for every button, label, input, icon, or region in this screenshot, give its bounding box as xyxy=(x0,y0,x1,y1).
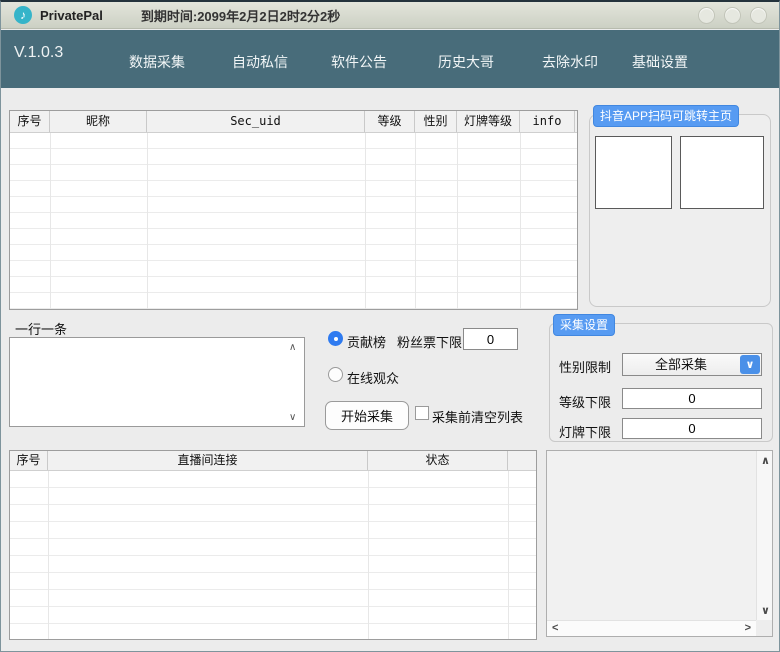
log-listbox[interactable]: ∧ ∨ < > xyxy=(546,450,773,637)
expiry-text: 到期时间:2099年2月2日2时2分2秒 xyxy=(140,8,341,24)
scrollbar-corner xyxy=(756,620,772,636)
contribution-radio[interactable] xyxy=(328,331,343,346)
scroll-left-icon[interactable]: < xyxy=(552,622,558,634)
col-gender[interactable]: 性别 xyxy=(415,111,457,132)
col-room-status[interactable]: 状态 xyxy=(368,451,508,470)
app-window: ♪ PrivatePal 到期时间:2099年2月2日2时2分2秒 V.1.0.… xyxy=(0,0,780,652)
start-collect-button[interactable]: 开始采集 xyxy=(325,401,409,430)
scroll-up-icon[interactable]: ∧ xyxy=(289,343,296,353)
clear-before-collect-checkbox[interactable] xyxy=(415,406,429,420)
vertical-scrollbar[interactable]: ∧ ∨ xyxy=(756,451,772,620)
rooms-table: 序号 直播间连接 状态 xyxy=(9,450,537,640)
gender-select-value: 全部采集 xyxy=(654,357,707,372)
level-min-label: 等级下限 xyxy=(559,395,612,410)
col-sec-uid[interactable]: Sec_uid xyxy=(147,111,365,132)
lines-hint-label: 一行一条 xyxy=(15,322,68,337)
clear-before-collect-label[interactable]: 采集前清空列表 xyxy=(432,407,523,426)
rooms-table-body[interactable] xyxy=(10,471,536,639)
close-button[interactable] xyxy=(750,7,767,24)
col-room-link[interactable]: 直播间连接 xyxy=(48,451,368,470)
nav-item-watermark[interactable]: 去除水印 xyxy=(542,52,598,72)
gender-select[interactable]: 全部采集 ∨ xyxy=(622,353,762,376)
col-lamp-level[interactable]: 灯牌等级 xyxy=(457,111,520,132)
gender-limit-label: 性别限制 xyxy=(559,360,612,375)
col-info[interactable]: info xyxy=(520,111,575,132)
col-nickname[interactable]: 昵称 xyxy=(50,111,147,132)
rooms-table-header[interactable]: 序号 直播间连接 状态 xyxy=(10,451,536,471)
contribution-radio-label[interactable]: 贡献榜 xyxy=(347,332,386,351)
members-table: 序号 昵称 Sec_uid 等级 性别 灯牌等级 info xyxy=(9,110,578,310)
chevron-down-icon[interactable]: ∨ xyxy=(740,355,760,374)
members-table-body[interactable] xyxy=(10,133,577,309)
qr-code-box-1 xyxy=(595,136,672,209)
fan-ticket-input[interactable] xyxy=(463,328,518,350)
qr-panel-title: 抖音APP扫码可跳转主页 xyxy=(593,105,740,127)
fan-ticket-label: 粉丝票下限 xyxy=(397,335,463,350)
collect-settings-panel: 采集设置 性别限制 全部采集 ∨ 等级下限 灯牌下限 xyxy=(549,314,773,442)
online-viewers-radio-label[interactable]: 在线观众 xyxy=(347,368,399,387)
nav-item-settings[interactable]: 基础设置 xyxy=(632,52,688,72)
collect-settings-title: 采集设置 xyxy=(553,314,616,336)
horizontal-scrollbar[interactable]: < > xyxy=(547,620,756,636)
minimize-button[interactable] xyxy=(698,7,715,24)
nav-bar: V.1.0.3 数据采集 自动私信 软件公告 历史大哥 去除水印 基础设置 xyxy=(1,30,779,88)
col-room-index[interactable]: 序号 xyxy=(10,451,48,470)
level-min-input[interactable] xyxy=(622,388,762,409)
scroll-down-icon[interactable]: ∨ xyxy=(761,604,770,617)
room-list-input[interactable] xyxy=(9,337,305,427)
scroll-down-icon[interactable]: ∨ xyxy=(289,413,296,423)
lamp-min-label: 灯牌下限 xyxy=(559,425,612,440)
nav-item-history[interactable]: 历史大哥 xyxy=(438,52,494,72)
lamp-min-input[interactable] xyxy=(622,418,762,439)
qr-code-box-2 xyxy=(680,136,764,209)
members-table-header[interactable]: 序号 昵称 Sec_uid 等级 性别 灯牌等级 info xyxy=(10,111,577,133)
qr-panel: 抖音APP扫码可跳转主页 xyxy=(589,105,771,307)
scroll-up-icon[interactable]: ∧ xyxy=(761,454,770,467)
version-label: V.1.0.3 xyxy=(14,44,64,61)
nav-item-auto-dm[interactable]: 自动私信 xyxy=(232,52,288,72)
app-title: PrivatePal xyxy=(40,7,103,23)
scroll-right-icon[interactable]: > xyxy=(745,622,751,634)
title-bar: ♪ PrivatePal 到期时间:2099年2月2日2时2分2秒 xyxy=(1,2,779,29)
col-level[interactable]: 等级 xyxy=(365,111,415,132)
nav-item-announcement[interactable]: 软件公告 xyxy=(331,52,387,72)
nav-item-data-collect[interactable]: 数据采集 xyxy=(129,52,185,72)
app-logo-icon: ♪ xyxy=(14,6,32,24)
maximize-button[interactable] xyxy=(724,7,741,24)
online-viewers-radio[interactable] xyxy=(328,367,343,382)
col-index[interactable]: 序号 xyxy=(10,111,50,132)
